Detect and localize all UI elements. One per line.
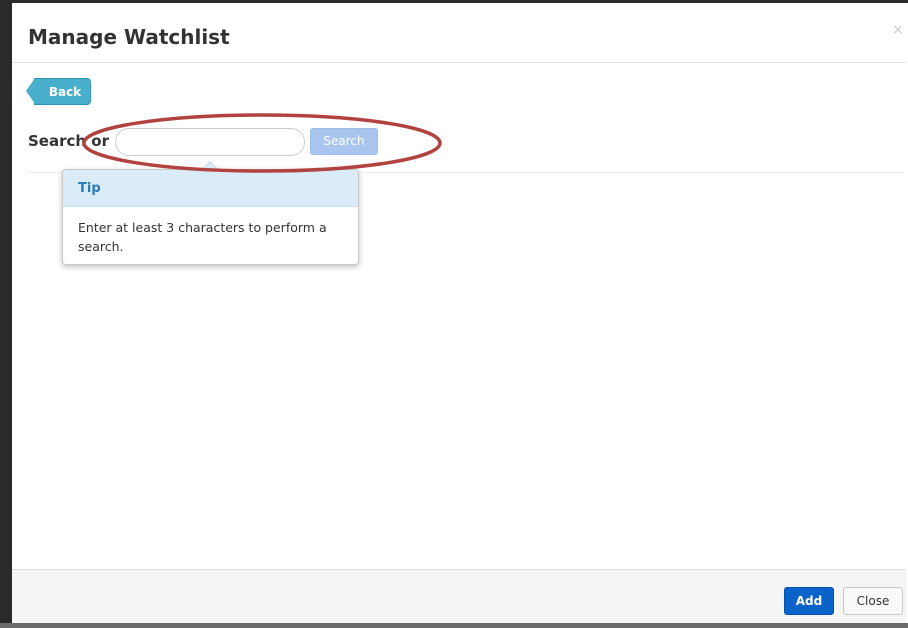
tooltip-body: Enter at least 3 characters to perform a… bbox=[78, 220, 327, 254]
close-icon[interactable]: × bbox=[892, 22, 904, 38]
tooltip-title: Tip bbox=[63, 170, 358, 207]
modal-footer: Add Close bbox=[12, 569, 906, 623]
window-frame-left bbox=[0, 0, 12, 628]
tip-tooltip: Tip Enter at least 3 characters to perfo… bbox=[62, 161, 359, 265]
modal-title: Manage Watchlist bbox=[28, 25, 230, 49]
close-button[interactable]: Close bbox=[843, 587, 903, 615]
add-button[interactable]: Add bbox=[784, 587, 834, 615]
tooltip-arrow bbox=[201, 161, 219, 170]
search-label: Search or bbox=[28, 132, 109, 150]
modal-header: Manage Watchlist × bbox=[12, 3, 906, 63]
search-button[interactable]: Search bbox=[310, 128, 378, 155]
window-frame-bottom bbox=[0, 623, 908, 628]
back-button[interactable]: Back bbox=[34, 78, 91, 105]
search-input[interactable] bbox=[115, 128, 305, 156]
manage-watchlist-modal: Manage Watchlist × Back Search or Search… bbox=[12, 3, 906, 623]
